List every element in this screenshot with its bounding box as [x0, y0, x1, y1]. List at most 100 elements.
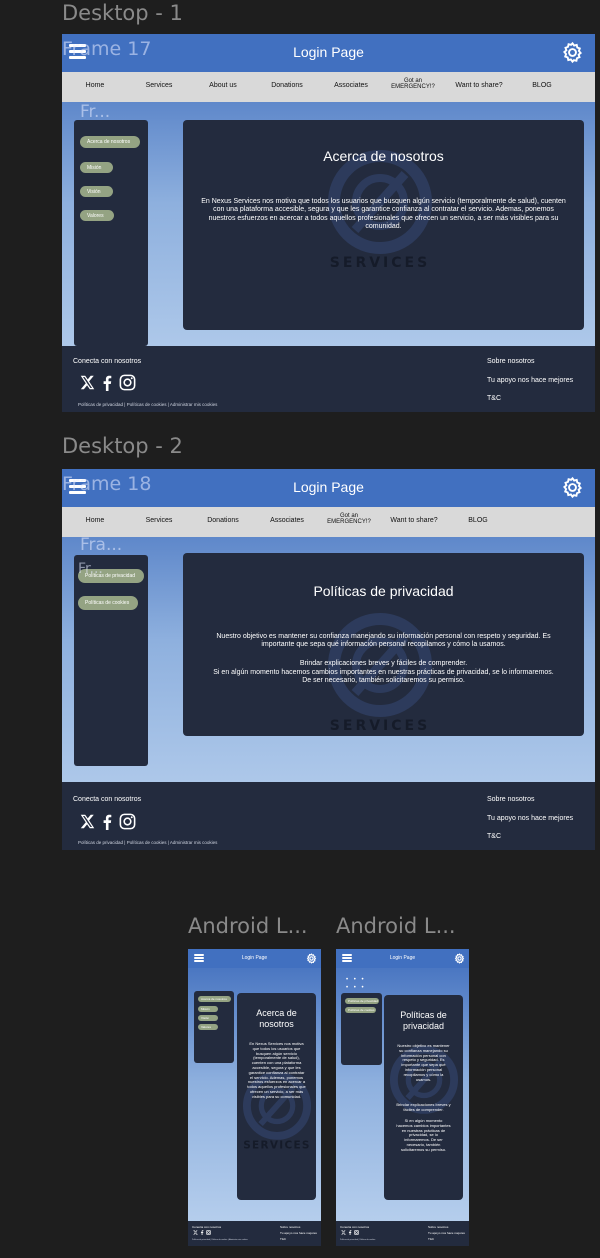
nav-associates[interactable]: Associates	[328, 82, 374, 89]
nav-want-to-share[interactable]: Want to share?	[384, 517, 444, 524]
sidebar: Acerca de nosotros Misión Visión Valores	[194, 991, 234, 1063]
facebook-icon[interactable]	[348, 1230, 352, 1235]
footer-tc[interactable]: T&C	[487, 395, 501, 402]
nav-emergency[interactable]: Got an EMERGENCY!?	[325, 513, 373, 526]
footer-support[interactable]: Tu apoyo nos hace mejores	[280, 1231, 317, 1235]
watermark-text: SERVICES	[330, 718, 430, 733]
watermark-text: SERVICES	[330, 255, 430, 270]
sidebar-item-vision[interactable]: Visión	[80, 186, 113, 197]
footer-tc[interactable]: T&C	[428, 1237, 434, 1241]
sidebar-item-privacidad[interactable]: Políticas de privacidad	[345, 998, 379, 1004]
instagram-icon[interactable]	[354, 1230, 359, 1235]
footer-legal[interactable]: Políticas de privacidad | Políticas de c…	[78, 402, 217, 407]
social-links	[193, 1230, 211, 1235]
footer-about[interactable]: Sobre nosotros	[280, 1225, 300, 1229]
nav-want-to-share[interactable]: Want to share?	[449, 82, 509, 89]
panel-body-3: Si en algún momento hacemos cambios impo…	[396, 1118, 451, 1152]
footer-connect: Conecta con nosotros	[73, 358, 142, 365]
footer: Conecta con nosotros Políticas de privac…	[188, 1221, 321, 1246]
content-panel: SERVICES Acerca de nosotros En Nexus Ser…	[237, 993, 316, 1200]
content-panel: Políticas de privacidad Nuestro objetivo…	[384, 995, 463, 1200]
top-bar: Login Page	[336, 949, 469, 968]
facebook-icon[interactable]	[200, 1230, 204, 1235]
footer-support[interactable]: Tu apoyo nos hace mejores	[487, 377, 573, 384]
x-icon[interactable]	[193, 1230, 198, 1235]
sidebar-item-cookies[interactable]: Políticas de cookies	[345, 1007, 376, 1013]
nav-bar: Home Services About us Donations Associa…	[62, 72, 595, 102]
sidebar: Políticas de privacidad Políticas de coo…	[341, 993, 382, 1065]
nav-home[interactable]: Home	[75, 517, 115, 524]
desktop-1-label: Desktop - 1	[62, 1, 183, 25]
x-icon[interactable]	[341, 1230, 346, 1235]
inner-frame-label: Fr...	[80, 102, 111, 122]
sidebar-item-acerca[interactable]: Acerca de nosotros	[198, 996, 231, 1002]
sidebar-item-vision[interactable]: Visión	[198, 1015, 218, 1021]
footer-legal[interactable]: Políticas de privacidad | Políticas de c…	[192, 1239, 248, 1241]
panel-title: Políticas de privacidad	[313, 583, 454, 599]
android-2-label: Android L...	[336, 914, 456, 938]
x-icon[interactable]	[80, 814, 95, 829]
footer-support[interactable]: Tu apoyo nos hace mejores	[428, 1231, 465, 1235]
sidebar-item-valores[interactable]: Valores	[80, 210, 114, 221]
social-links	[341, 1230, 359, 1235]
android-1-label: Android L...	[188, 914, 308, 938]
nav-blog[interactable]: BLOG	[524, 82, 560, 89]
sidebar-item-mision[interactable]: Misión	[198, 1006, 218, 1012]
nav-emergency[interactable]: Got an EMERGENCY!?	[390, 78, 436, 91]
footer-about[interactable]: Sobre nosotros	[428, 1225, 448, 1229]
social-links	[80, 813, 136, 830]
instagram-icon[interactable]	[206, 1230, 211, 1235]
dots-indicator: • • •	[346, 977, 366, 983]
nav-blog[interactable]: BLOG	[460, 517, 496, 524]
desktop-2-label: Desktop - 2	[62, 434, 183, 458]
desktop-1-frame: Login Page Frame 17 Home Services About …	[62, 34, 595, 412]
gear-icon[interactable]	[561, 41, 584, 64]
panel-title: Acerca de nosotros	[256, 1008, 297, 1029]
footer-legal[interactable]: Políticas de privacidad | Políticas de c…	[78, 840, 217, 845]
frame-label: Frame 17	[62, 38, 152, 60]
nav-donations[interactable]: Donations	[201, 517, 245, 524]
footer-connect: Conecta con nosotros	[340, 1225, 370, 1229]
nav-services[interactable]: Services	[138, 517, 180, 524]
footer-tc[interactable]: T&C	[487, 833, 501, 840]
gear-icon[interactable]	[561, 476, 584, 499]
facebook-icon[interactable]	[101, 814, 113, 830]
gear-icon[interactable]	[454, 953, 465, 964]
facebook-icon[interactable]	[101, 375, 113, 391]
footer-about[interactable]: Sobre nosotros	[487, 358, 534, 365]
footer-about[interactable]: Sobre nosotros	[487, 796, 534, 803]
nav-donations[interactable]: Donations	[265, 82, 309, 89]
sidebar-item-valores[interactable]: Valores	[198, 1024, 218, 1030]
instagram-icon[interactable]	[119, 374, 136, 391]
page-title: Login Page	[389, 955, 416, 961]
instagram-icon[interactable]	[119, 813, 136, 830]
nav-associates[interactable]: Associates	[264, 517, 310, 524]
watermark-text: SERVICES	[243, 1139, 311, 1151]
nav-services[interactable]: Services	[138, 82, 180, 89]
sidebar-item-cookies[interactable]: Políticas de cookies	[78, 596, 138, 610]
footer-tc[interactable]: T&C	[280, 1237, 286, 1241]
nav-home[interactable]: Home	[75, 82, 115, 89]
footer-connect: Conecta con nosotros	[192, 1225, 222, 1229]
nav-about-us[interactable]: About us	[202, 82, 244, 89]
sidebar-item-acerca[interactable]: Acerca de nosotros	[80, 136, 140, 148]
frame-label: Frame 18	[62, 473, 152, 495]
top-bar: Login Page	[188, 949, 321, 968]
gear-icon[interactable]	[306, 953, 317, 964]
panel-body: En Nexus Services nos motiva que todos l…	[247, 1041, 306, 1099]
footer: Conecta con nosotros Políticas de privac…	[336, 1221, 469, 1246]
footer-connect: Conecta con nosotros	[73, 796, 142, 803]
footer: Conecta con nosotros Políticas de privac…	[62, 346, 595, 412]
sidebar-item-mision[interactable]: Misión	[80, 162, 113, 173]
panel-body-2: Brindar explicaciones breves y fáciles d…	[299, 660, 468, 667]
sidebar: Fr... Políticas de privacidad Políticas …	[74, 555, 148, 766]
panel-title: Políticas de privacidad	[400, 1010, 447, 1031]
inner-frame-label: Fra...	[80, 535, 123, 555]
footer-support[interactable]: Tu apoyo nos hace mejores	[487, 815, 573, 822]
footer-legal[interactable]: Políticas de privacidad | Políticas de c…	[340, 1239, 375, 1241]
sidebar-frame-label: Fr...	[78, 561, 103, 577]
panel-body-1: Nuestro objetivo es mantener su confianz…	[216, 633, 551, 649]
footer: Conecta con nosotros Políticas de privac…	[62, 782, 595, 850]
x-icon[interactable]	[80, 375, 95, 390]
sidebar: Acerca de nosotros Misión Visión Valores	[74, 120, 148, 346]
